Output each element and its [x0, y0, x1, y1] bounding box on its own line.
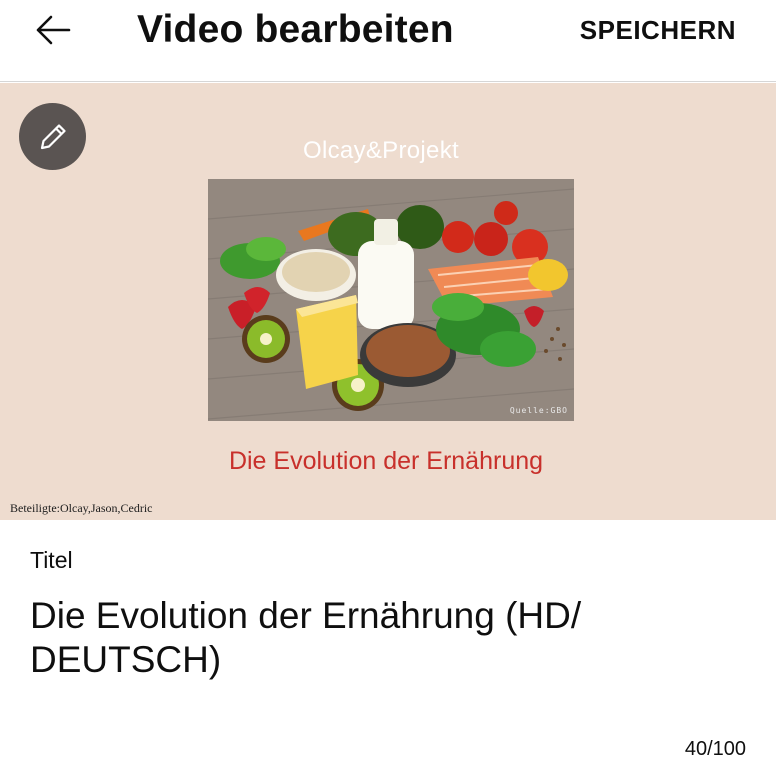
title-label: Titel	[30, 547, 73, 573]
character-counter: 40/100	[684, 738, 746, 760]
page-title: Video bearbeiten	[137, 8, 454, 51]
title-input[interactable]: Die Evolution der Ernährung (HD/ DEUTSCH…	[30, 594, 750, 682]
arrow-left-icon	[36, 15, 71, 45]
thumbnail-caption: Die Evolution der Ernährung	[228, 447, 544, 475]
top-app-bar: Video bearbeiten SPEICHERN	[0, 0, 776, 82]
food-photo: Quelle:GBO	[208, 179, 574, 421]
channel-name: Olcay&Projekt	[303, 137, 459, 164]
back-button[interactable]	[30, 10, 76, 50]
video-thumbnail: Olcay&Projekt Quelle:GBO Die Evolution d…	[0, 83, 776, 520]
contributors-text: Beteiligte:Olcay,Jason,Cedric	[10, 501, 153, 515]
save-button[interactable]: SPEICHERN	[580, 14, 736, 46]
photo-credit: Quelle:GBO	[509, 406, 568, 415]
